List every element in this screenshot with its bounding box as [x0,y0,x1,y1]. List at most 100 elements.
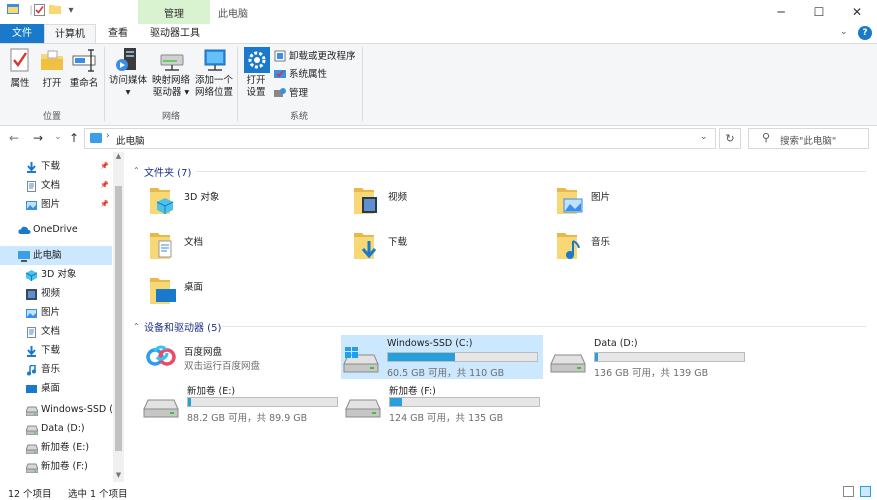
drive-tile[interactable]: Data (D:) 136 GB 可用，共 139 GB [550,337,748,379]
nav-scroll-down-arrow[interactable]: ▼ [113,471,124,479]
drive-usage-fill [388,353,456,361]
system-properties-button[interactable]: 系统属性 [274,67,327,83]
drive-usage-bar [187,397,338,407]
properties-qa-icon[interactable] [32,4,46,18]
video-icon [352,184,382,214]
recent-locations-dropdown[interactable]: ⌄ [50,132,66,142]
drive-name: 新加卷 (F:) [389,386,436,397]
properties-label: 属性 [10,78,30,89]
drive-tile[interactable]: 新加卷 (E:) 88.2 GB 可用，共 89.9 GB [143,382,341,424]
rename-button[interactable]: 重命名 [68,47,100,90]
tab-file[interactable]: 文件 [0,24,44,43]
nav-item-label: 新加卷 (F:) [41,461,88,472]
minimize-button[interactable]: ─ [766,2,796,22]
uninstall-programs-button[interactable]: 卸载或更改程序 [274,49,356,65]
map-network-drive-button[interactable]: 映射网络 驱动器 ▾ [150,47,192,99]
address-history-dropdown[interactable]: ⌄ [700,132,708,142]
nav-item-label: 图片 [41,307,61,318]
drives-section-header[interactable]: 设备和驱动器 (5) [144,319,221,334]
nav-item[interactable]: 此电脑 [0,246,112,265]
manage-button[interactable]: 管理 [274,86,308,102]
ribbon-collapse-chevron-icon[interactable]: ⌄ [840,27,848,37]
nav-item[interactable]: 图片 [0,303,112,322]
drive-free-space: 60.5 GB 可用，共 110 GB [387,368,505,379]
document-icon [148,229,178,259]
breadcrumb-this-pc[interactable]: 此电脑 [116,133,145,147]
nav-item[interactable]: 音乐 [0,360,112,379]
nav-item-label: 下载 [41,161,61,172]
ribbon-group-divider [362,47,363,121]
tab-drive-tools[interactable]: 驱动器工具 [140,24,210,43]
folders-section-header[interactable]: 文件夹 (7) [144,164,191,179]
nav-item[interactable]: Data (D:) [0,419,112,438]
map-drive-label-2: 驱动器 ▾ [152,87,190,98]
nav-item[interactable]: 文档 [0,322,112,341]
folder-tile[interactable]: 桌面 [148,274,328,310]
drive-icon [25,404,39,417]
address-bar[interactable] [84,128,716,149]
open-settings-label-1: 打开 [246,75,266,86]
nav-item[interactable]: OneDrive [0,220,112,239]
nav-item[interactable]: Windows-SSD ( [0,400,113,419]
refresh-button[interactable]: ↻ [719,128,741,149]
folder-tile[interactable]: 文档 [148,229,328,265]
folder-tile[interactable]: 视频 [352,184,532,220]
nav-scroll-up-arrow[interactable]: ▲ [113,152,124,160]
access-media-button[interactable]: 访问媒体 ▾ [107,47,149,99]
details-view-button[interactable] [843,486,854,497]
folder-tile[interactable]: 图片 [555,184,735,220]
drive-icon [25,423,39,436]
drive-icon [25,442,39,455]
folder-tile[interactable]: 音乐 [555,229,735,265]
folder-tile[interactable]: 下载 [352,229,532,265]
open-settings-button[interactable]: 打开 设置 [241,47,271,99]
media-server-icon [116,47,140,71]
nav-item[interactable]: 图片 📌 [0,195,112,214]
tab-computer[interactable]: 计算机 [44,24,96,43]
drives-collapse-chevron-icon[interactable]: ⌃ [133,322,140,331]
nav-item[interactable]: 新加卷 (F:) [0,457,112,476]
back-button[interactable]: ← [6,131,22,145]
nav-item[interactable]: 新加卷 (E:) [0,438,112,457]
nav-item[interactable]: 桌面 [0,379,112,398]
tab-view[interactable]: 查看 [96,24,140,43]
nav-item[interactable]: 3D 对象 [0,265,112,284]
drive-tile[interactable]: Windows-SSD (C:) 60.5 GB 可用，共 110 GB [343,337,541,379]
qa-customize-dropdown[interactable]: ▾ [64,4,78,18]
nav-item[interactable]: 视频 [0,284,112,303]
nav-item-label: OneDrive [33,224,78,235]
large-icons-view-button[interactable] [860,486,871,497]
status-item-count: 12 个项目 [8,489,52,500]
drive-usage-bar [389,397,540,407]
explorer-app-icon[interactable] [6,4,20,18]
drive-name: Data (D:) [594,338,638,349]
close-button[interactable]: ✕ [842,2,872,22]
nav-item-label: 3D 对象 [41,269,77,280]
document-icon [26,326,37,338]
pin-icon: 📌 [100,162,109,170]
help-icon[interactable]: ? [858,26,872,40]
add-network-location-button[interactable]: 添加一个 网络位置 [193,47,235,99]
open-button[interactable]: 打开 [38,47,66,90]
baidu-netdisk-name[interactable]: 百度网盘 [184,344,222,358]
baidu-netdisk-icon[interactable] [146,343,176,371]
add-location-label-2: 网络位置 [194,87,233,98]
breadcrumb-separator[interactable]: › [106,131,110,141]
nav-scrollbar-thumb[interactable] [115,186,122,451]
properties-button[interactable]: 属性 [6,47,34,90]
folder-name: 桌面 [184,282,204,293]
pc-icon [18,250,30,262]
picture-icon [555,184,585,214]
cloud-icon [18,224,31,235]
folder-tile[interactable]: 3D 对象 [148,184,328,220]
nav-item[interactable]: 文档 📌 [0,176,112,195]
maximize-button[interactable]: ☐ [804,2,834,22]
folders-collapse-chevron-icon[interactable]: ⌃ [133,166,140,175]
nav-item[interactable]: 下载 📌 [0,157,112,176]
drive-tile[interactable]: 新加卷 (F:) 124 GB 可用，共 135 GB [345,382,543,424]
download-icon [352,229,382,259]
forward-button[interactable]: → [30,131,46,145]
up-button[interactable]: ↑ [66,131,82,145]
nav-item[interactable]: 下载 [0,341,112,360]
new-folder-qa-icon[interactable] [48,4,62,18]
